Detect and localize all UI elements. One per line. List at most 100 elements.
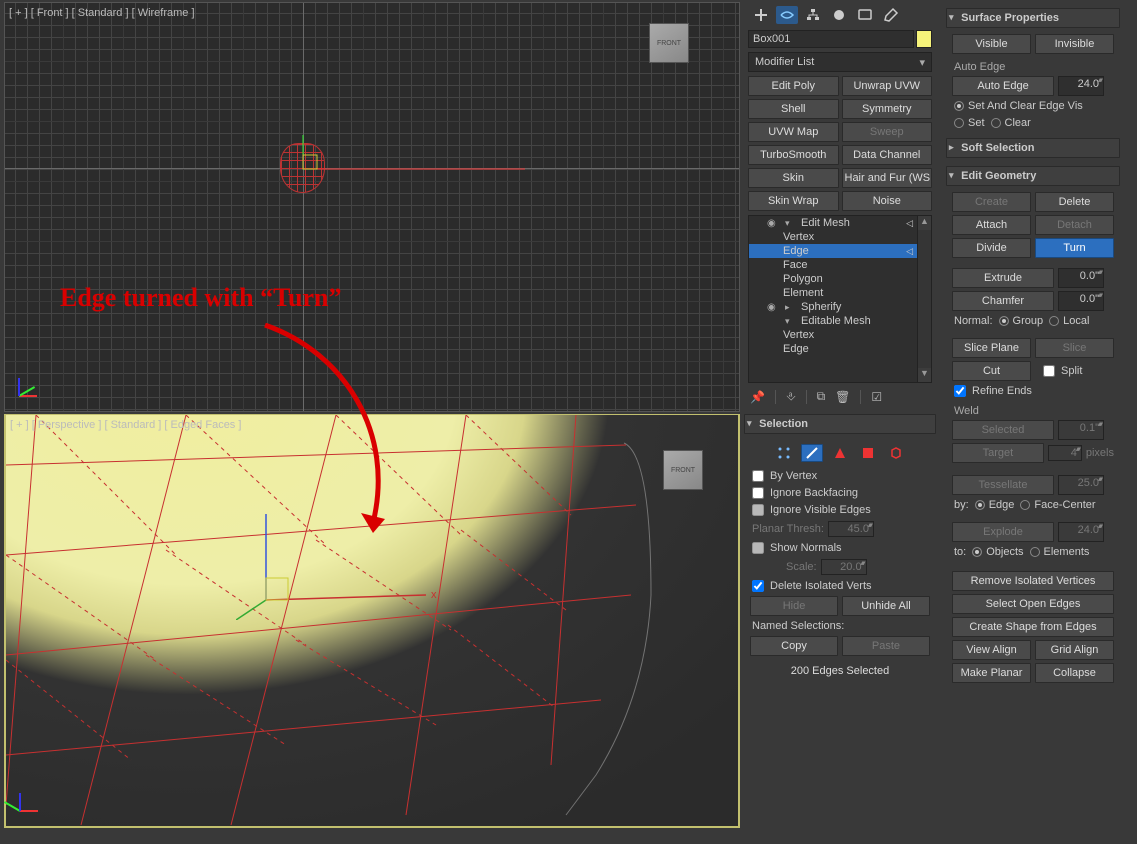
viewcube[interactable]: FRONT (649, 23, 689, 63)
viewport-label[interactable]: [ + ] [ Front ] [ Standard ] [ Wireframe… (9, 7, 195, 19)
weld-target-button[interactable]: Target (952, 443, 1044, 463)
subobj-polygon-icon[interactable] (857, 444, 879, 462)
stack-row-edit-mesh[interactable]: ◉▾Edit Mesh◁ (749, 216, 917, 230)
mod-unwrap-uvw[interactable]: Unwrap UVW (842, 76, 933, 96)
mod-uvw-map[interactable]: UVW Map (748, 122, 839, 142)
auto-edge-spinner[interactable]: 24.0 (1058, 76, 1104, 96)
tessellate-spinner: 25.0 (1058, 475, 1104, 495)
set-radio[interactable]: Set (954, 117, 985, 129)
copy-named-sel-button[interactable]: Copy (750, 636, 838, 656)
create-button[interactable]: Create (952, 192, 1031, 212)
stack-row-element[interactable]: Element (749, 286, 917, 300)
stack-row-edge[interactable]: Edge◁ (749, 244, 917, 258)
subobj-vertex-icon[interactable] (773, 444, 795, 462)
mod-skin[interactable]: Skin (748, 168, 839, 188)
chamfer-button[interactable]: Chamfer (952, 291, 1054, 311)
mod-noise[interactable]: Noise (842, 191, 933, 211)
modifier-list-dropdown[interactable]: Modifier List (748, 52, 932, 72)
stack-row-polygon[interactable]: Polygon (749, 272, 917, 286)
stack-row-editable-mesh[interactable]: ▾Editable Mesh (749, 314, 917, 328)
remove-isolated-vertices-button[interactable]: Remove Isolated Vertices (952, 571, 1114, 591)
mod-turbosmooth[interactable]: TurboSmooth (748, 145, 839, 165)
viewport-front[interactable]: [ + ] [ Front ] [ Standard ] [ Wireframe… (4, 2, 740, 412)
detach-button[interactable]: Detach (1035, 215, 1114, 235)
divide-button[interactable]: Divide (952, 238, 1031, 258)
mod-data-channel[interactable]: Data Channel (842, 145, 933, 165)
clear-radio[interactable]: Clear (991, 117, 1031, 129)
paste-named-sel-button[interactable]: Paste (842, 636, 930, 656)
delete-isolated-verts-checkbox[interactable] (752, 580, 764, 592)
make-unique-icon[interactable]: ⧉ (817, 389, 826, 404)
delete-button[interactable]: Delete (1035, 192, 1114, 212)
pin-stack-icon[interactable]: 📌 (750, 390, 765, 404)
side-rollouts: ▾ Surface Properties Visible Invisible A… (938, 0, 1124, 844)
explode-button[interactable]: Explode (952, 522, 1054, 542)
ignore-backfacing-checkbox[interactable] (752, 487, 764, 499)
modifier-buttons: Edit Poly Unwrap UVW Shell Symmetry UVW … (742, 76, 938, 215)
refine-ends-checkbox[interactable] (954, 385, 966, 397)
subobj-element-icon[interactable] (885, 444, 907, 462)
make-planar-button[interactable]: Make Planar (952, 663, 1031, 683)
weld-selected-button[interactable]: Selected (952, 420, 1054, 440)
utilities-tab-icon[interactable] (880, 6, 902, 24)
modifier-stack[interactable]: ◉▾Edit Mesh◁VertexEdge◁FacePolygonElemen… (748, 215, 918, 383)
normal-group-radio[interactable]: Group (999, 315, 1044, 327)
viewcube[interactable]: FRONT (663, 450, 703, 490)
collapse-button[interactable]: Collapse (1035, 663, 1114, 683)
invisible-button[interactable]: Invisible (1035, 34, 1114, 54)
view-align-button[interactable]: View Align (952, 640, 1031, 660)
mod-sweep[interactable]: Sweep (842, 122, 933, 142)
remove-modifier-icon[interactable]: 🗑 (835, 390, 850, 404)
normal-local-radio[interactable]: Local (1049, 315, 1089, 327)
mod-shell[interactable]: Shell (748, 99, 839, 119)
hide-button[interactable]: Hide (750, 596, 838, 616)
split-checkbox[interactable] (1043, 365, 1055, 377)
scale-spinner: 20.0 (821, 559, 867, 575)
modifier-stack-scrollbar[interactable]: ▲▼ (918, 215, 932, 383)
display-tab-icon[interactable] (854, 6, 876, 24)
object-name-field[interactable]: Box001 (748, 30, 914, 48)
show-end-result-icon[interactable]: ⎀ (786, 389, 796, 404)
stack-row-spherify[interactable]: ◉▸Spherify (749, 300, 917, 314)
stack-row-vertex[interactable]: Vertex (749, 230, 917, 244)
selection-rollout-header[interactable]: ▾ Selection (744, 414, 936, 434)
object-color-swatch[interactable] (916, 30, 932, 48)
extrude-button[interactable]: Extrude (952, 268, 1054, 288)
subobj-edge-icon[interactable] (801, 444, 823, 462)
auto-edge-button[interactable]: Auto Edge (952, 76, 1054, 96)
stack-row-face[interactable]: Face (749, 258, 917, 272)
motion-tab-icon[interactable] (828, 6, 850, 24)
set-and-clear-radio[interactable]: Set And Clear Edge Vis (954, 100, 1083, 112)
slice-button[interactable]: Slice (1035, 338, 1114, 358)
viewport-label[interactable]: [ + ] [ Perspective ] [ Standard ] [ Edg… (10, 419, 241, 431)
cut-button[interactable]: Cut (952, 361, 1031, 381)
mod-skin-wrap[interactable]: Skin Wrap (748, 191, 839, 211)
subobj-face-icon[interactable] (829, 444, 851, 462)
create-tab-icon[interactable] (750, 6, 772, 24)
transform-gizmo[interactable] (275, 133, 535, 193)
mod-hair-fur[interactable]: Hair and Fur (WSM) (842, 168, 933, 188)
extrude-spinner[interactable]: 0.0" (1058, 268, 1104, 288)
configure-sets-icon[interactable]: ☑ (871, 390, 882, 404)
surface-properties-header[interactable]: ▾ Surface Properties (946, 8, 1120, 28)
edit-geometry-header[interactable]: ▾ Edit Geometry (946, 166, 1120, 186)
soft-selection-header[interactable]: ▸ Soft Selection (946, 138, 1120, 158)
mod-symmetry[interactable]: Symmetry (842, 99, 933, 119)
visible-button[interactable]: Visible (952, 34, 1031, 54)
unhide-all-button[interactable]: Unhide All (842, 596, 930, 616)
stack-row-vertex[interactable]: Vertex (749, 328, 917, 342)
create-shape-from-edges-button[interactable]: Create Shape from Edges (952, 617, 1114, 637)
select-open-edges-button[interactable]: Select Open Edges (952, 594, 1114, 614)
by-vertex-checkbox[interactable] (752, 470, 764, 482)
hierarchy-tab-icon[interactable] (802, 6, 824, 24)
slice-plane-button[interactable]: Slice Plane (952, 338, 1031, 358)
chamfer-spinner[interactable]: 0.0" (1058, 291, 1104, 311)
ignore-visible-edges-label: Ignore Visible Edges (770, 504, 871, 516)
tessellate-button[interactable]: Tessellate (952, 475, 1054, 495)
modify-tab-icon[interactable] (776, 6, 798, 24)
stack-row-edge[interactable]: Edge (749, 342, 917, 356)
grid-align-button[interactable]: Grid Align (1035, 640, 1114, 660)
attach-button[interactable]: Attach (952, 215, 1031, 235)
turn-button[interactable]: Turn (1035, 238, 1114, 258)
mod-edit-poly[interactable]: Edit Poly (748, 76, 839, 96)
